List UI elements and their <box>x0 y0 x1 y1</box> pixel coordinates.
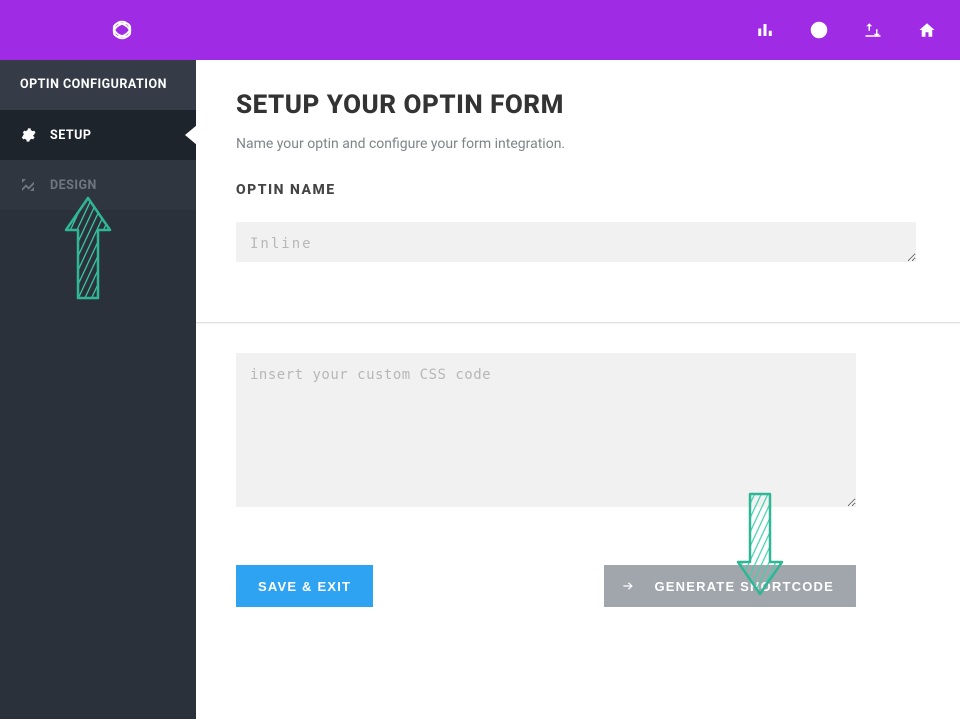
optin-name-label: OPTIN NAME <box>236 182 920 198</box>
user-icon[interactable] <box>810 21 828 39</box>
annotation-arrow-down <box>736 490 784 598</box>
layout: OPTIN CONFIGURATION SETUP DESIGN SETUP Y… <box>0 60 960 719</box>
optin-name-input[interactable] <box>236 222 916 262</box>
topbar-actions <box>756 21 936 39</box>
arrow-right-icon <box>620 579 636 593</box>
sidebar-item-setup[interactable]: SETUP <box>0 110 196 160</box>
bar-chart-icon[interactable] <box>756 21 774 39</box>
home-icon[interactable] <box>918 21 936 39</box>
custom-css-input[interactable] <box>236 353 856 507</box>
gear-icon <box>20 127 36 143</box>
design-icon <box>20 177 36 193</box>
sidebar-item-label: DESIGN <box>50 178 97 193</box>
main-content: SETUP YOUR OPTIN FORM Name your optin an… <box>196 60 960 719</box>
annotation-arrow-up <box>60 194 116 304</box>
page-title: SETUP YOUR OPTIN FORM <box>236 90 920 120</box>
main-top-section: SETUP YOUR OPTIN FORM Name your optin an… <box>196 60 960 266</box>
logo-icon <box>109 17 135 43</box>
save-exit-button[interactable]: SAVE & EXIT <box>236 565 373 607</box>
page-subtitle: Name your optin and configure your form … <box>236 136 920 152</box>
sidebar: OPTIN CONFIGURATION SETUP DESIGN <box>0 60 196 719</box>
section-separator <box>196 322 960 323</box>
sidebar-header: OPTIN CONFIGURATION <box>0 60 196 110</box>
logo-area <box>24 0 220 60</box>
generate-shortcode-button[interactable]: GENERATE SHORTCODE <box>604 565 856 607</box>
transfer-icon[interactable] <box>864 21 882 39</box>
top-bar <box>0 0 960 60</box>
sidebar-item-label: SETUP <box>50 128 91 143</box>
